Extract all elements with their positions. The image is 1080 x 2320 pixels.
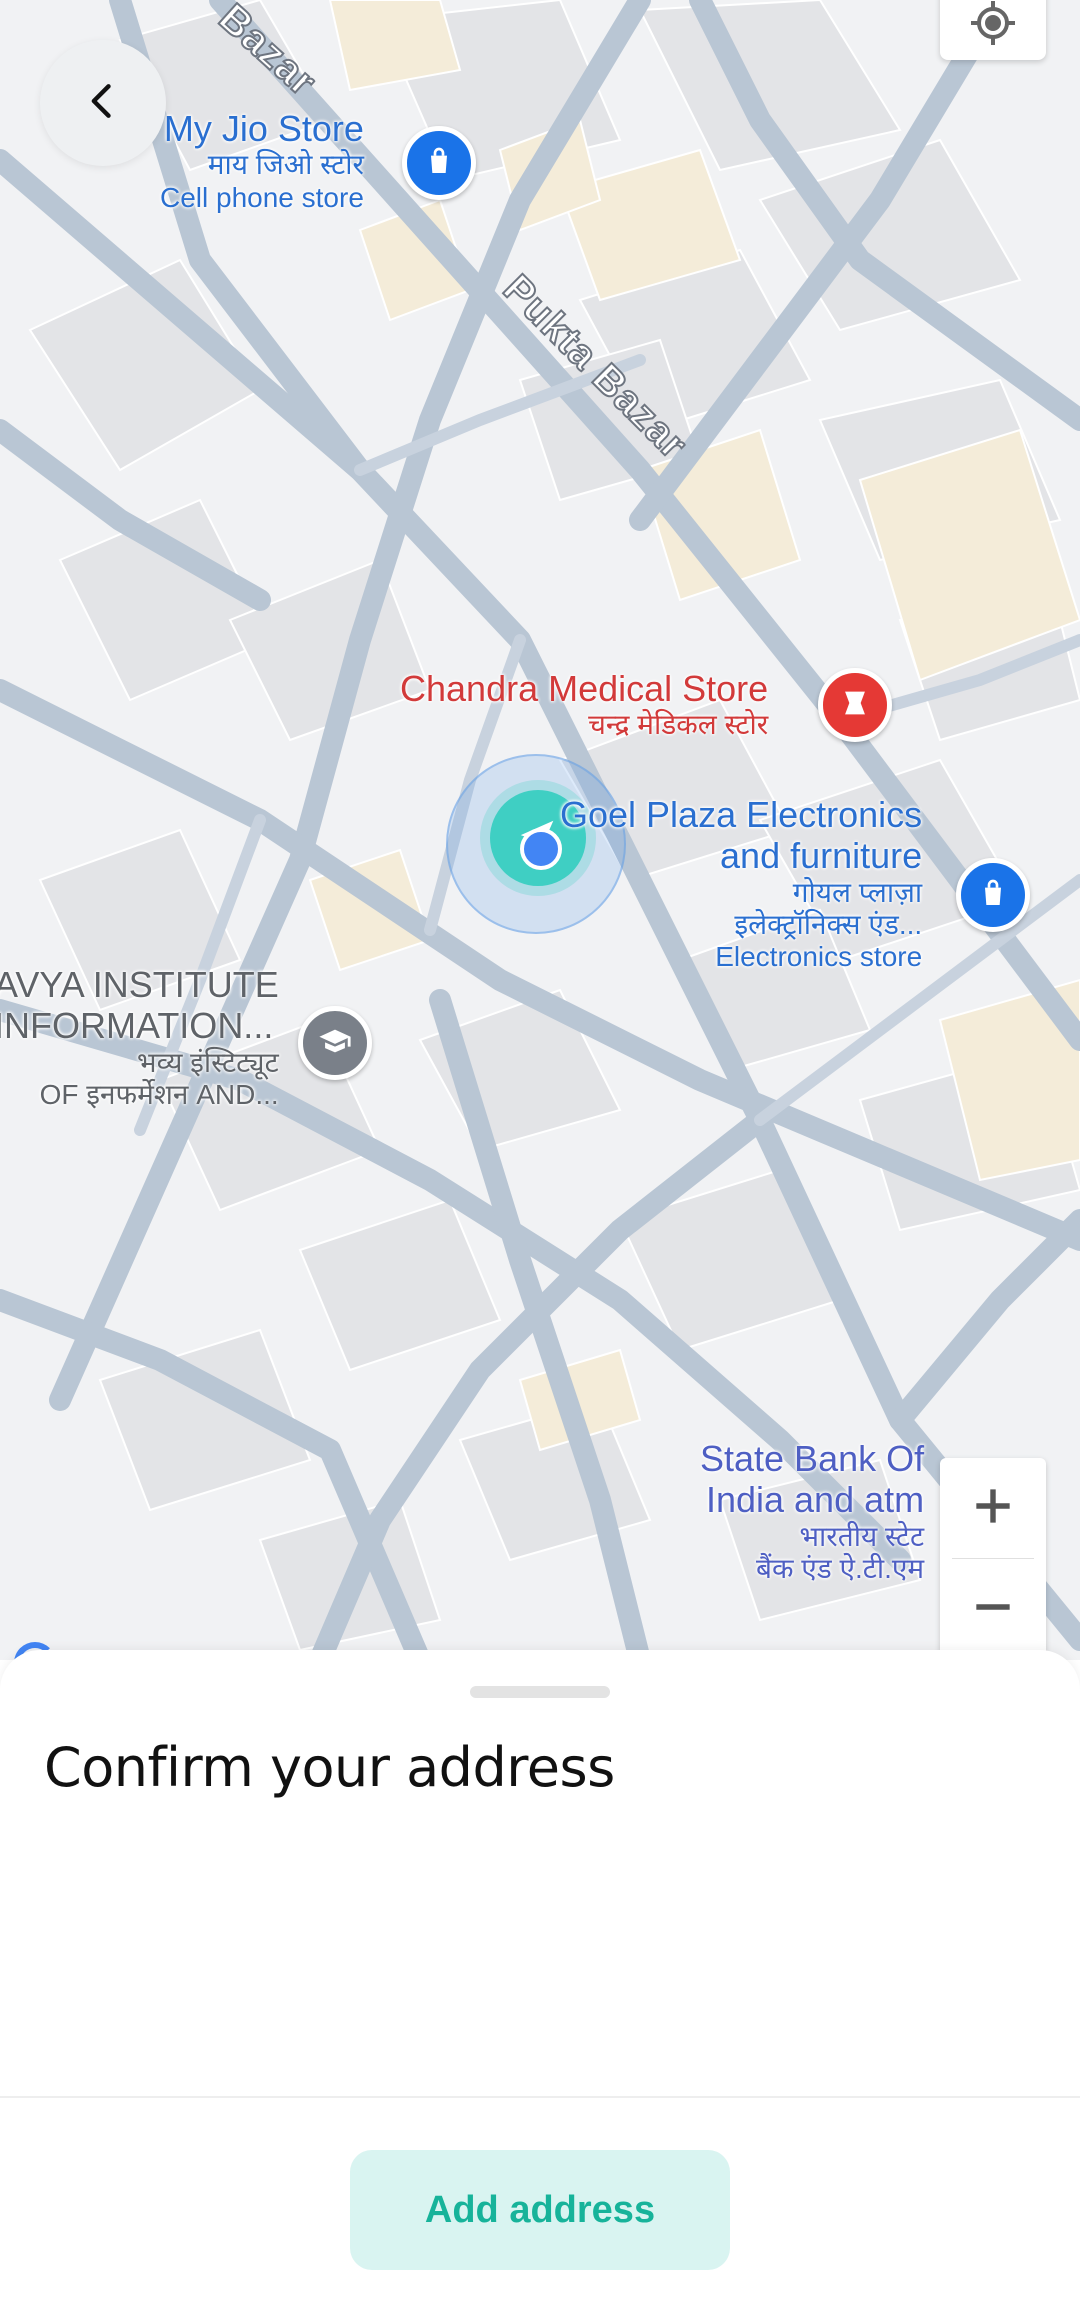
poi-title: State Bank Of [700, 1438, 925, 1479]
poi-subtitle-hindi: गोयल प्लाज़ा [792, 876, 923, 908]
user-location-dot [520, 828, 562, 870]
chevron-left-icon [81, 79, 125, 128]
poi-title: INFORMATION... [0, 1005, 274, 1047]
poi-pin-institute[interactable] [298, 1006, 372, 1080]
poi-pin-chandra[interactable] [818, 668, 892, 742]
poi-pin-jio[interactable] [402, 126, 476, 200]
plus-icon [968, 1481, 1018, 1536]
poi-label-institute[interactable]: AVYA INSTITUTE INFORMATION... भव्य इंस्ट… [0, 964, 279, 1111]
poi-label-goel[interactable]: Goel Plaza Electronics and furniture गोय… [560, 794, 922, 973]
poi-pin-goel[interactable] [956, 858, 1030, 932]
zoom-controls [940, 1458, 1046, 1658]
bottom-sheet: Confirm your address Add address [0, 1650, 1080, 2320]
poi-subtitle-hindi: इलेक्ट्रॉनिक्स एंड... [734, 908, 923, 940]
poi-subtitle-hindi: बैंक एंड ऐ.टी.एम [755, 1552, 925, 1584]
poi-title: AVYA INSTITUTE [0, 964, 279, 1005]
minus-icon [968, 1582, 1018, 1637]
poi-label-jio[interactable]: My Jio Store माय जिओ स्टोर Cell phone st… [160, 108, 364, 214]
poi-subtitle-hindi: माय जिओ स्टोर [207, 149, 364, 181]
poi-label-sbi[interactable]: State Bank Of India and atm भारतीय स्टेट… [700, 1438, 924, 1585]
poi-title: Goel Plaza Electronics [560, 794, 923, 835]
poi-category: Electronics store [715, 941, 923, 973]
zoom-in-button[interactable] [940, 1458, 1046, 1558]
back-button[interactable] [40, 40, 166, 166]
zoom-out-button[interactable] [940, 1559, 1046, 1658]
drag-handle[interactable] [470, 1686, 610, 1698]
pharmacy-icon [838, 686, 872, 725]
poi-category: Cell phone store [160, 181, 364, 213]
poi-subtitle-hindi: भव्य इंस्टिट्यूट [136, 1046, 279, 1078]
sheet-title: Confirm your address [44, 1736, 615, 1799]
my-location-button[interactable] [940, 0, 1046, 60]
poi-subtitle-hindi: भारतीय स्टेट [799, 1520, 925, 1552]
poi-title: and furniture [720, 835, 923, 877]
poi-title: India and atm [705, 1479, 925, 1521]
divider [0, 2096, 1080, 2098]
shopping-bag-icon [977, 877, 1009, 914]
shopping-bag-icon [423, 145, 455, 182]
poi-title: My Jio Store [163, 108, 364, 149]
poi-subtitle-hindi: OF इनफर्मेशन AND... [39, 1078, 279, 1110]
add-address-button[interactable]: Add address [350, 2150, 730, 2270]
my-location-icon [969, 0, 1017, 52]
poi-subtitle-hindi: चन्द्र मेडिकल स्टोर [588, 709, 769, 741]
school-icon [318, 1024, 352, 1063]
poi-label-chandra[interactable]: Chandra Medical Store चन्द्र मेडिकल स्टो… [400, 668, 768, 742]
poi-title: Chandra Medical Store [400, 668, 769, 709]
map-view[interactable]: Pukta Bazar Bazar My Jio Store माय जिओ स… [0, 0, 1080, 1660]
